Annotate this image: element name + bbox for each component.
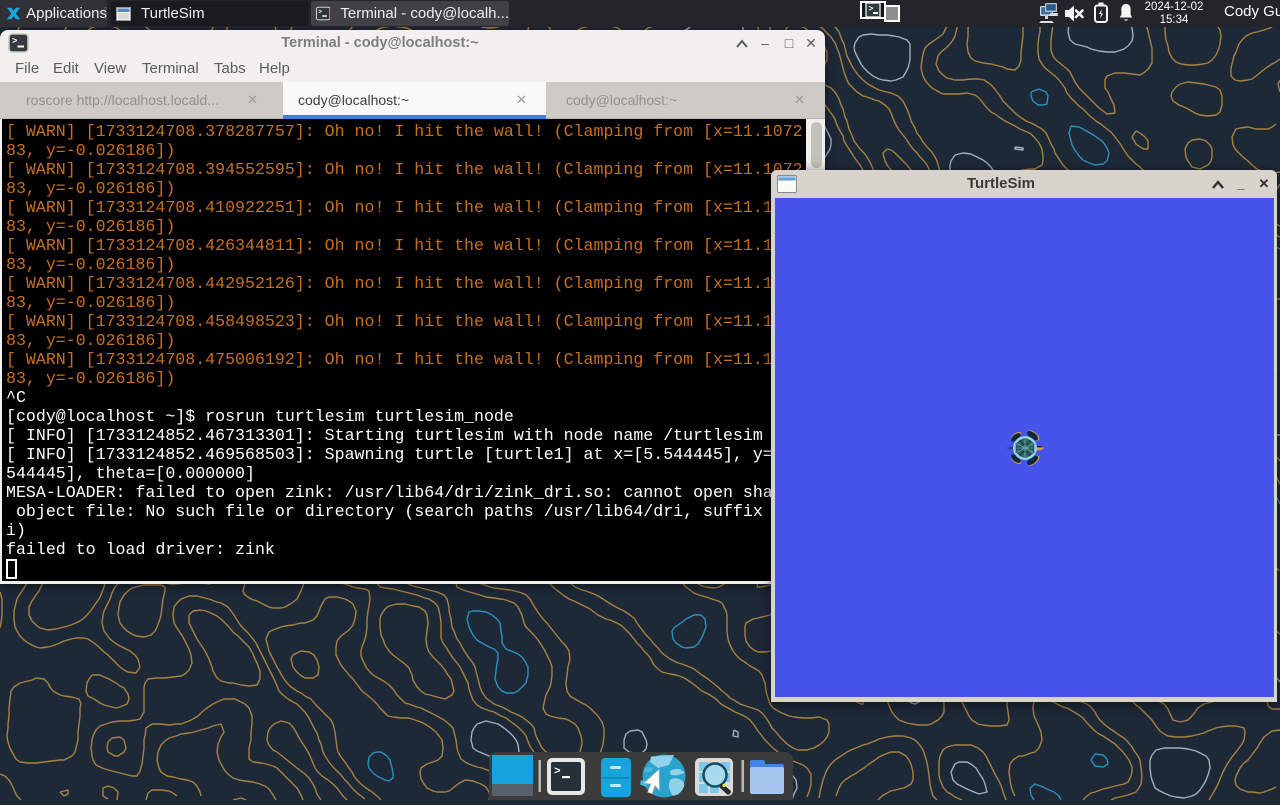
svg-text:>: > [318,9,322,16]
svg-text:>: > [869,5,874,14]
svg-text:>: > [554,766,561,778]
svg-text:>: > [12,37,17,47]
